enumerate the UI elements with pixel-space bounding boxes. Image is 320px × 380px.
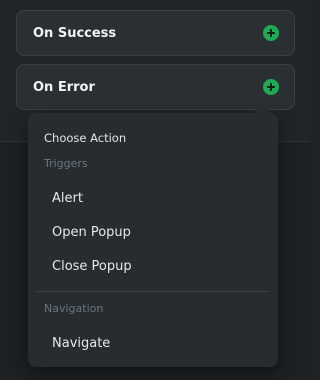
add-action-icon[interactable] (263, 79, 279, 95)
on-error-event[interactable]: On Error (16, 64, 295, 110)
section-label-triggers: Triggers (44, 157, 88, 170)
divider (36, 291, 270, 292)
add-action-icon[interactable] (263, 25, 279, 41)
menu-item-close-popup[interactable]: Close Popup (36, 251, 270, 281)
menu-item-open-popup[interactable]: Open Popup (36, 217, 270, 247)
on-error-label: On Error (33, 79, 95, 95)
choose-action-dropdown: Choose Action Triggers Alert Open Popup … (28, 104, 278, 367)
section-label-navigation: Navigation (44, 302, 104, 315)
dropdown-title: Choose Action (44, 131, 127, 145)
on-success-event[interactable]: On Success (16, 10, 295, 56)
menu-item-navigate[interactable]: Navigate (36, 328, 270, 358)
menu-item-alert[interactable]: Alert (36, 183, 270, 213)
on-success-label: On Success (33, 25, 117, 41)
